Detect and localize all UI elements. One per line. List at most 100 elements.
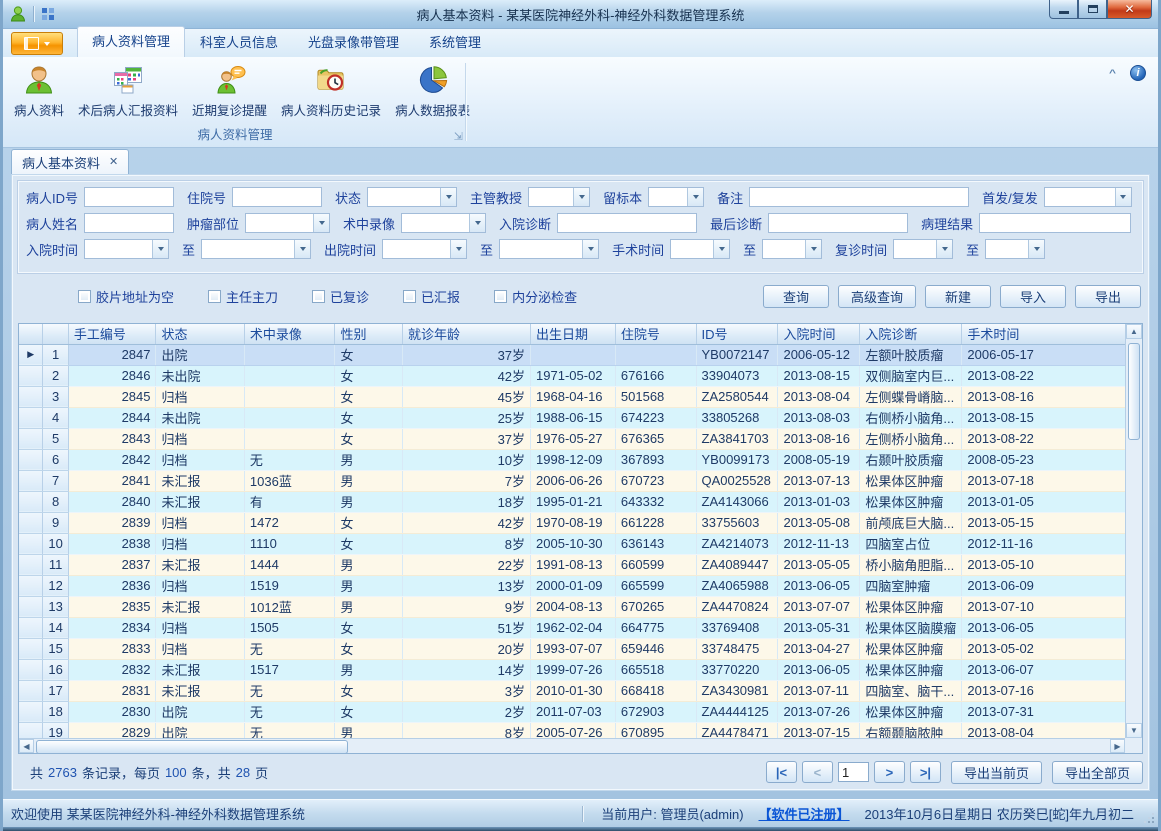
combo-dropdown-button[interactable] [450,240,466,258]
cell[interactable]: 1993-07-07 [531,638,616,659]
table-row[interactable]: 152833归档无女20岁1993-07-0765944633748475201… [19,638,1142,659]
cell[interactable]: 42岁 [403,365,531,386]
combo-dropdown-button[interactable] [1028,240,1044,258]
cell[interactable]: 女 [335,365,403,386]
cell[interactable]: 25岁 [403,407,531,428]
horizontal-scroll-thumb[interactable] [36,740,348,754]
cell[interactable]: 1998-12-09 [531,449,616,470]
cell[interactable]: 1995-01-21 [531,491,616,512]
cell[interactable]: 643332 [615,491,696,512]
cell[interactable]: 33904073 [696,365,778,386]
combo-dropdown-button[interactable] [687,188,703,206]
cell[interactable] [244,407,335,428]
dialog-launcher-icon[interactable]: ⇲ [454,132,463,143]
cell[interactable]: 2013-01-03 [778,491,860,512]
cell[interactable]: 2013-04-27 [778,638,860,659]
cell[interactable]: 男 [335,554,403,575]
import-button[interactable]: 导入 [1000,285,1066,308]
combo-dropdown-button[interactable] [805,240,821,258]
cell[interactable]: 1962-02-04 [531,617,616,638]
collapse-ribbon-icon[interactable]: ^ [1109,67,1116,78]
cell[interactable]: 2844 [68,407,156,428]
cell[interactable]: 2013-06-05 [778,575,860,596]
cell[interactable]: 2013-07-18 [962,470,1142,491]
filter-checkbox[interactable]: 主任主刀 [208,287,278,306]
filter-input[interactable] [749,187,969,207]
table-row[interactable]: 142834归档1505女51岁1962-02-0466477533769408… [19,617,1142,638]
cell[interactable]: 2013-05-10 [962,554,1142,575]
application-menu-button[interactable] [11,32,63,55]
filter-input[interactable] [979,213,1131,233]
cell[interactable]: 2013-08-22 [962,365,1142,386]
combo-dropdown-button[interactable] [936,240,952,258]
column-header[interactable]: 状态 [156,324,244,344]
scroll-down-icon[interactable]: ▼ [1126,723,1142,738]
cell[interactable]: 2013-06-09 [962,575,1142,596]
checkbox-icon[interactable] [403,290,416,303]
cell[interactable]: 2013-05-05 [778,554,860,575]
cell[interactable]: 1110 [244,533,335,554]
filter-combo[interactable] [762,239,822,259]
cell[interactable]: 未出院 [156,365,244,386]
cell[interactable]: 松果体区肿瘤 [860,659,962,680]
cell[interactable]: 男 [335,470,403,491]
combo-dropdown-button[interactable] [294,240,310,258]
column-header[interactable]: 手术时间 [962,324,1142,344]
close-button[interactable]: ✕ [1107,0,1152,19]
cell[interactable]: 男 [335,575,403,596]
cell[interactable]: 672903 [615,701,696,722]
advanced-query-button[interactable]: 高级查询 [838,285,916,308]
cell[interactable]: 2843 [68,428,156,449]
cell[interactable]: ZA4444125 [696,701,778,722]
table-row[interactable]: 122836归档1519男13岁2000-01-09665599ZA406598… [19,575,1142,596]
minimize-button[interactable] [1049,0,1078,19]
table-row[interactable]: 172831未汇报无女3岁2010-01-30668418ZA343098120… [19,680,1142,701]
cell[interactable]: 661228 [615,512,696,533]
page-number-input[interactable] [838,762,869,782]
cell[interactable]: 2006-05-17 [962,344,1142,365]
cell[interactable]: 2830 [68,701,156,722]
cell[interactable]: YB0072147 [696,344,778,365]
cell[interactable]: 2832 [68,659,156,680]
combo-dropdown-button[interactable] [582,240,598,258]
cell[interactable]: 13岁 [403,575,531,596]
cell[interactable]: 桥小脑角胆脂... [860,554,962,575]
cell[interactable] [244,428,335,449]
cell[interactable]: 42岁 [403,512,531,533]
cell[interactable]: 2836 [68,575,156,596]
ribbon-tab-1[interactable]: 病人资料管理 [77,26,185,57]
table-row[interactable]: 42844未出院女25岁1988-06-15674223338052682013… [19,407,1142,428]
cell[interactable]: 松果体区脑膜瘤 [860,617,962,638]
cell[interactable]: 676166 [615,365,696,386]
cell[interactable]: ZA4089447 [696,554,778,575]
ribbon-tab-3[interactable]: 光盘录像带管理 [293,27,414,57]
cell[interactable]: 2013-08-15 [962,407,1142,428]
cell[interactable]: 2013-05-31 [778,617,860,638]
cell[interactable]: 2013-07-07 [778,596,860,617]
combo-dropdown-button[interactable] [469,214,485,232]
cell[interactable]: 1036蓝 [244,470,335,491]
ribbon-button-history[interactable]: 病人资料历史记录 [274,59,388,121]
filter-input[interactable] [84,187,174,207]
cell[interactable]: 14岁 [403,659,531,680]
cell[interactable]: 2013-08-15 [778,365,860,386]
cell[interactable]: 无 [244,638,335,659]
cell[interactable]: 松果体区肿瘤 [860,491,962,512]
checkbox-icon[interactable] [208,290,221,303]
cell[interactable]: 2013-07-10 [962,596,1142,617]
cell[interactable]: 未出院 [156,407,244,428]
cell[interactable]: 女 [335,344,403,365]
table-row[interactable]: 62842归档无男10岁1998-12-09367893YB0099173200… [19,449,1142,470]
filter-checkbox[interactable]: 内分泌检查 [494,287,577,306]
cell[interactable]: 归档 [156,575,244,596]
cell[interactable]: 22岁 [403,554,531,575]
column-header[interactable]: 入院诊断 [860,324,962,344]
cell[interactable]: 未汇报 [156,491,244,512]
cell[interactable] [531,344,616,365]
cell[interactable]: 2846 [68,365,156,386]
column-header[interactable]: 手工编号 [68,324,156,344]
table-row[interactable]: 132835未汇报1012蓝男9岁2004-08-13670265ZA44708… [19,596,1142,617]
cell[interactable]: 33769408 [696,617,778,638]
cell[interactable]: 女 [335,533,403,554]
maximize-button[interactable] [1078,0,1107,19]
